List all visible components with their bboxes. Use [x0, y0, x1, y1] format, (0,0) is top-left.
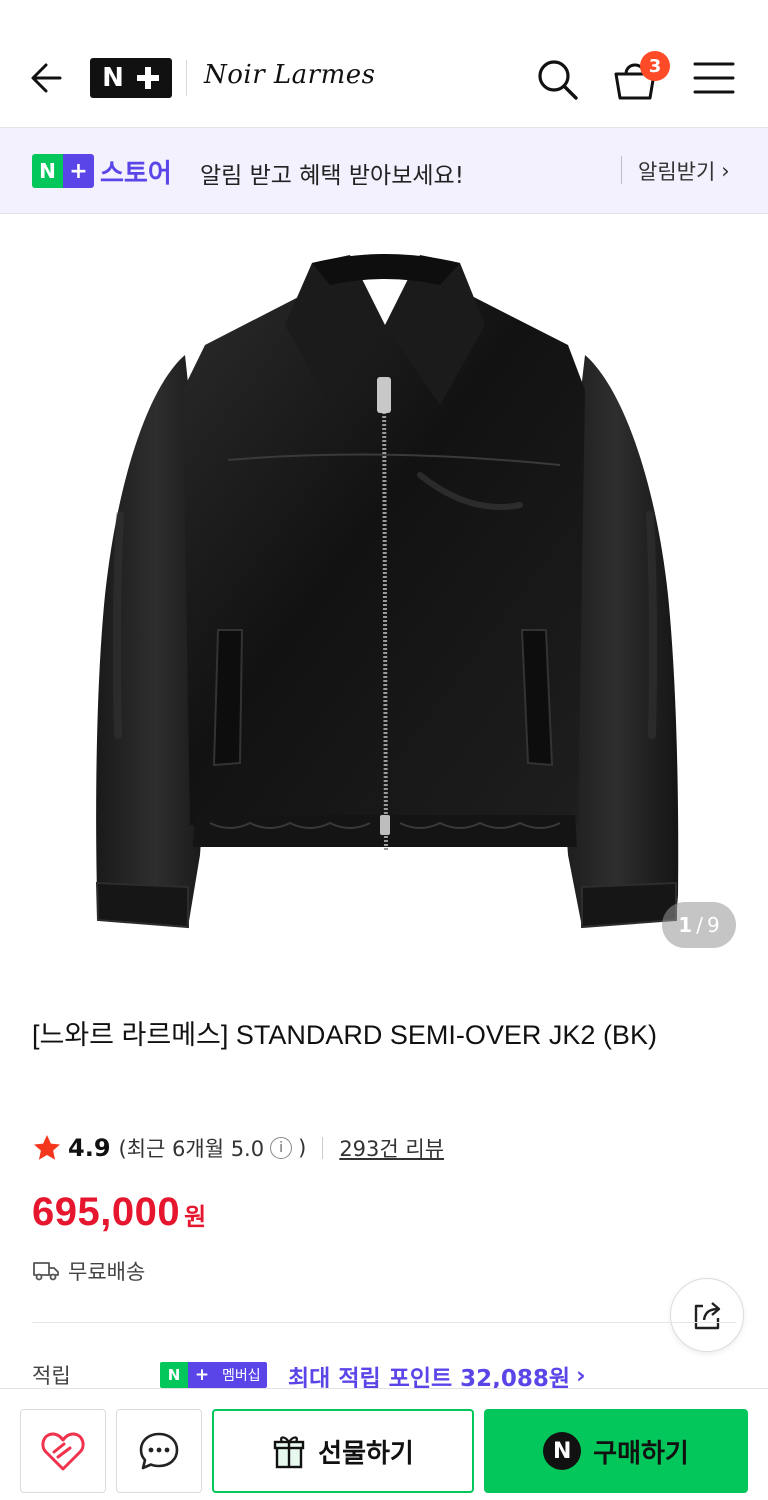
recent-rating-close: ) [298, 1136, 307, 1160]
banner-message: 알림 받고 혜택 받아보세요! [200, 163, 464, 189]
gift-button[interactable]: 선물하기 [212, 1409, 474, 1493]
chat-bubble-icon [139, 1432, 179, 1470]
brand-logo[interactable]: Noir Larmes [204, 60, 376, 90]
recent-rating-text: (최근 6개월 5.0 [118, 1137, 265, 1161]
buy-label: 구매하기 [593, 1438, 689, 1469]
share-button[interactable] [670, 1278, 744, 1352]
image-current-index: 1 [678, 913, 693, 937]
image-page-counter: 1 / 9 [662, 902, 736, 948]
search-icon[interactable] [534, 56, 580, 102]
gift-icon [273, 1436, 305, 1469]
product-price: 695,000 원 [32, 1190, 206, 1235]
info-icon[interactable]: i [270, 1137, 293, 1159]
nplus-store-badge: N + [32, 154, 94, 188]
rating-value: 4.9 [68, 1134, 111, 1162]
review-count-link[interactable]: 293건 리뷰 [339, 1133, 444, 1163]
membership-badge-n: N [160, 1362, 188, 1388]
membership-badge-text: 멤버십 [216, 1362, 267, 1388]
back-arrow-icon[interactable] [26, 56, 70, 100]
badge-n: N [32, 154, 63, 188]
image-counter-separator: / [696, 913, 703, 937]
price-amount: 695,000 [32, 1190, 181, 1234]
bottom-action-bar: 선물하기 N 구매하기 [0, 1388, 768, 1500]
naver-pay-n-icon: N [543, 1432, 582, 1470]
logo-divider [186, 60, 187, 96]
store-label: 스토어 [100, 159, 172, 189]
nplus-logo-n: N [102, 63, 124, 93]
buy-button[interactable]: N 구매하기 [484, 1409, 748, 1493]
product-image [95, 254, 679, 929]
plus-icon [136, 66, 160, 90]
membership-badge-plus: + [188, 1362, 216, 1388]
points-label: 적립 [32, 1364, 71, 1388]
price-unit: 원 [184, 1203, 207, 1231]
chevron-right-icon: › [721, 159, 730, 183]
membership-badge: N + 멤버십 [160, 1362, 267, 1388]
nplus-logo[interactable]: N [90, 58, 172, 98]
product-image-gallery[interactable] [0, 215, 768, 980]
recent-rating: (최근 6개월 5.0 i ) [119, 1133, 307, 1163]
chevron-right-icon: › [576, 1363, 586, 1389]
share-icon [694, 1302, 721, 1330]
rating-row: 4.9 (최근 6개월 5.0 i ) 293건 리뷰 [32, 1130, 444, 1166]
top-app-bar: N Noir Larmes 3 [0, 0, 768, 128]
store-notification-banner: N + 스토어 알림 받고 혜택 받아보세요! 알림받기 › [0, 128, 768, 214]
subscribe-alert-label: 알림받기 [638, 160, 716, 184]
heart-icon [41, 1432, 85, 1471]
menu-icon[interactable] [692, 58, 736, 98]
rating-divider [322, 1137, 324, 1159]
badge-plus: + [63, 154, 94, 188]
shipping-info: 무료배송 [32, 1256, 145, 1286]
image-total-count: 9 [706, 913, 720, 937]
section-divider [32, 1322, 736, 1323]
talk-button[interactable] [116, 1409, 202, 1493]
subscribe-alert-link[interactable]: 알림받기 › [638, 156, 730, 186]
like-button[interactable] [20, 1409, 106, 1493]
truck-icon [33, 1262, 59, 1281]
gift-label: 선물하기 [318, 1438, 414, 1469]
shipping-label: 무료배송 [68, 1260, 146, 1284]
cart-count-badge: 3 [640, 51, 670, 81]
star-icon [34, 1135, 60, 1160]
banner-divider [621, 156, 622, 184]
product-title: [느와르 라르메스] STANDARD SEMI-OVER JK2 (BK) [32, 1020, 657, 1050]
